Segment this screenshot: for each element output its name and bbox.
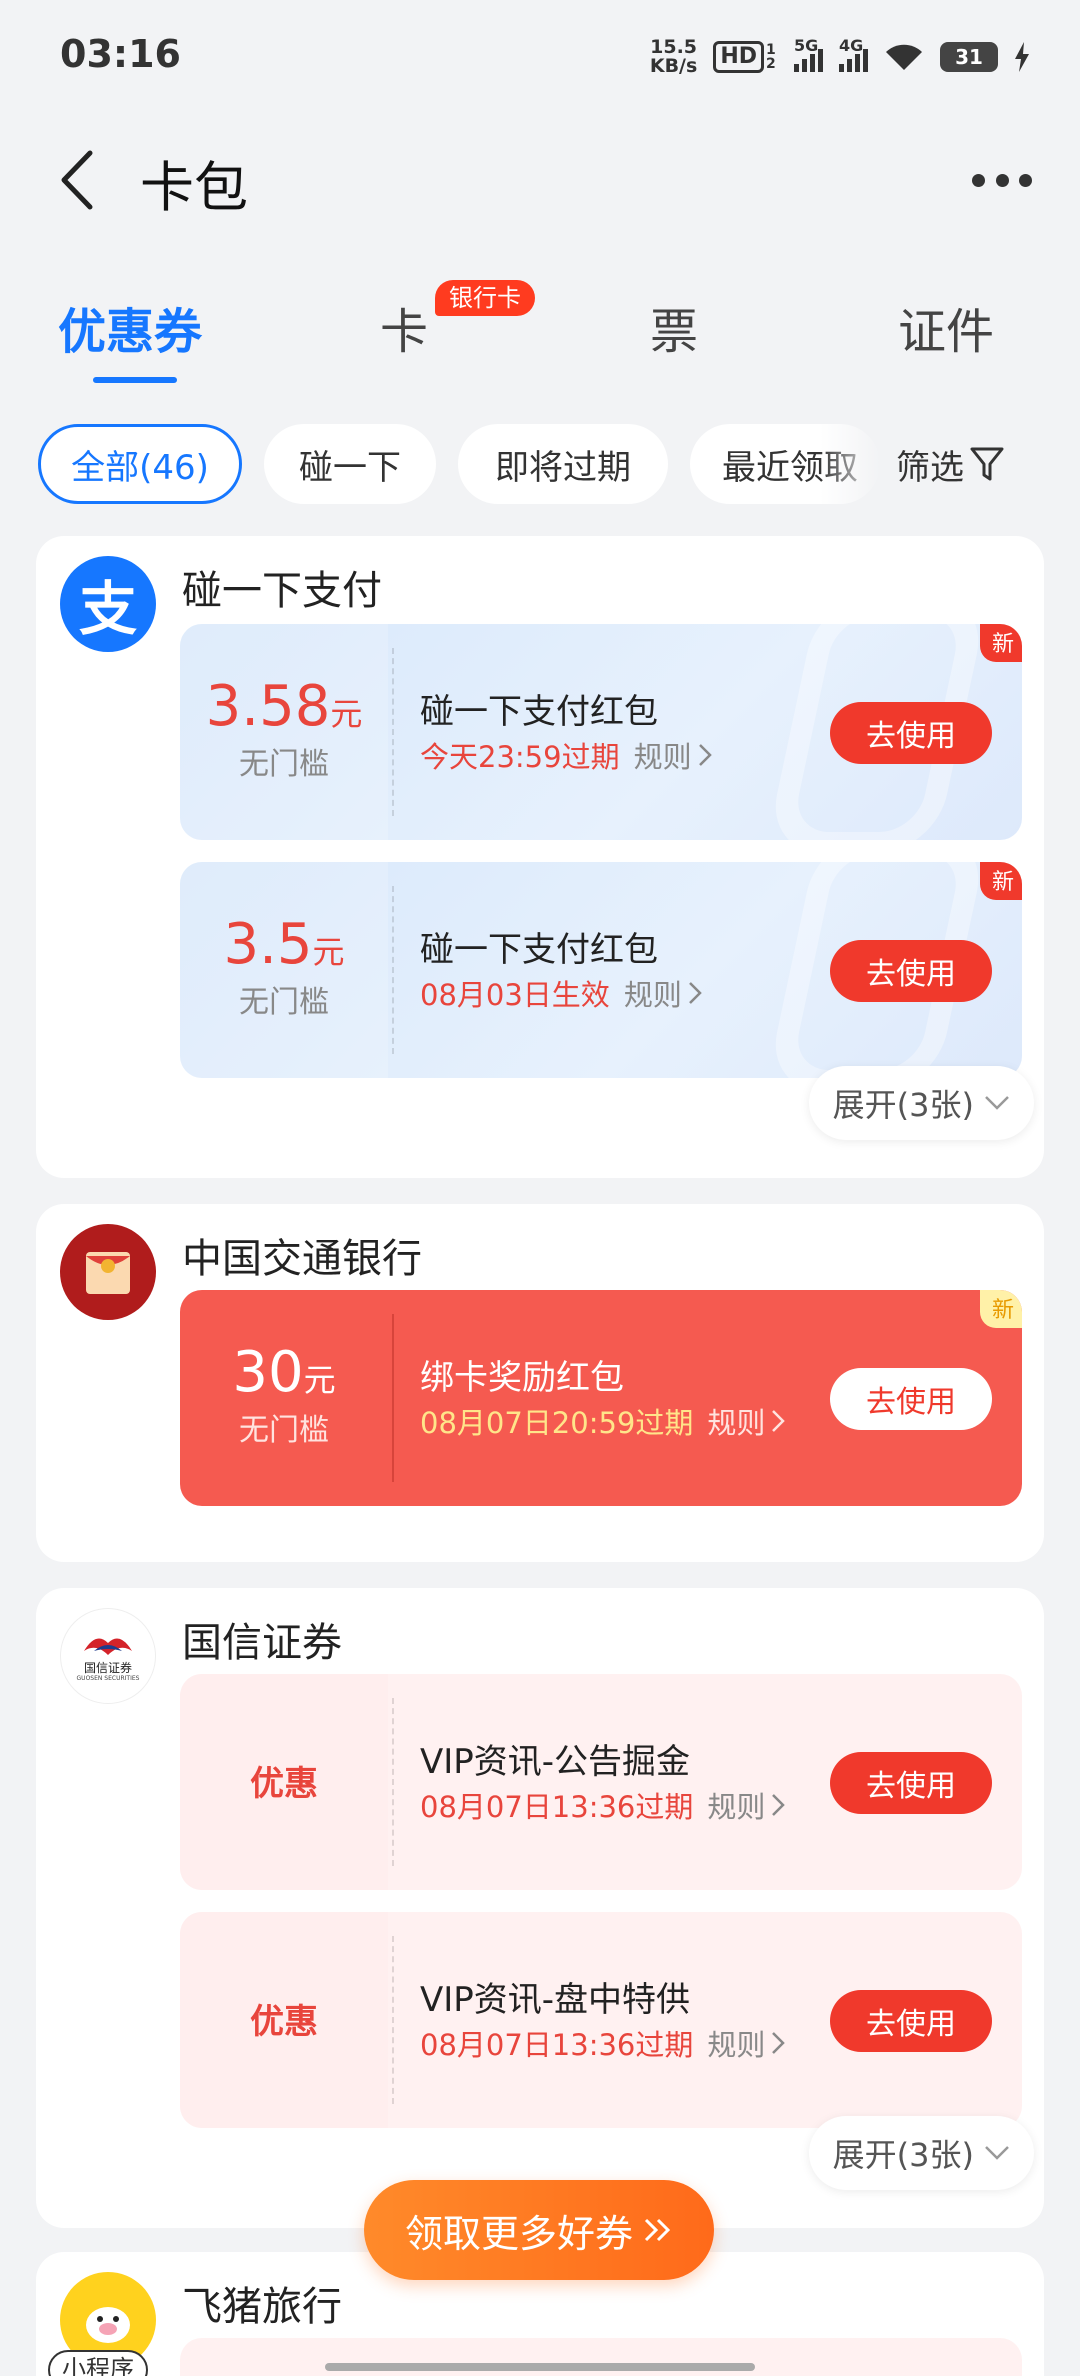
coupon-card[interactable]: 3.58元 无门槛 碰一下支付红包 今天23:59过期 规则 去使用 新 <box>180 624 1022 840</box>
coupon-card[interactable]: 3.5元 无门槛 碰一下支付红包 08月03日生效 规则 去使用 新 <box>180 862 1022 1078</box>
category-tabs: 优惠券 卡 银行卡 票 证件 <box>0 280 1080 400</box>
tab-cards[interactable]: 卡 <box>380 292 428 362</box>
bank-card-badge: 银行卡 <box>435 280 535 316</box>
use-button[interactable]: 去使用 <box>830 702 992 764</box>
rules-link[interactable]: 规则 <box>624 972 702 1014</box>
coupon-title: 碰一下支付红包 <box>420 930 658 970</box>
tab-tickets[interactable]: 票 <box>650 292 698 362</box>
signal-5g-icon: 5G <box>794 36 823 72</box>
chevron-right-icon <box>772 2032 786 2054</box>
bank-red-envelope-logo <box>60 1224 156 1320</box>
rules-link[interactable]: 规则 <box>707 1784 786 1826</box>
filter-funnel-icon <box>970 447 1004 481</box>
header: 卡包 <box>0 115 1080 245</box>
chevron-right-icon <box>698 744 712 766</box>
tab-certificates[interactable]: 证件 <box>898 292 994 362</box>
merchant-name: 碰一下支付 <box>182 568 382 614</box>
merchant-card-bocom: 中国交通银行 30元 无门槛 绑卡奖励红包 08月07日20:59过期 规则 去… <box>36 1204 1044 1562</box>
coupon-condition: 无门槛 <box>239 985 329 1020</box>
coupon-expiry: 08月07日20:59过期 <box>420 1406 694 1440</box>
coupon-expiry: 今天23:59过期 <box>420 740 620 774</box>
charging-icon <box>1015 42 1029 72</box>
use-button[interactable]: 去使用 <box>830 1990 992 2052</box>
back-arrow-icon[interactable] <box>52 145 122 215</box>
home-indicator[interactable] <box>325 2363 755 2371</box>
status-icons: 15.5 KB/s HD 1 2 5G 4G 31 <box>649 36 1030 77</box>
active-tab-indicator <box>93 377 177 383</box>
expand-button[interactable]: 展开(3张) <box>808 1066 1034 1140</box>
coupon-card[interactable]: 优惠 VIP资讯-公告掘金 08月07日13:36过期 规则 去使用 <box>180 1674 1022 1890</box>
coupon-amount: 3.58元 <box>205 674 363 739</box>
chevron-down-icon <box>985 1096 1009 1110</box>
merchant-name: 中国交通银行 <box>182 1236 422 1282</box>
coupon-valid-date: 08月03日生效 <box>420 978 610 1012</box>
coupon-amount: 30元 <box>232 1340 336 1405</box>
wifi-icon <box>886 44 922 70</box>
status-time: 03:16 <box>60 32 181 76</box>
coupon-title: 碰一下支付红包 <box>420 692 658 732</box>
use-button[interactable]: 去使用 <box>830 940 992 1002</box>
use-button[interactable]: 去使用 <box>830 1752 992 1814</box>
merchant-card-guosen: 国信证券 GUOSEN SECURITIES 国信证券 优惠 VIP资讯-公告掘… <box>36 1588 1044 2228</box>
merchant-card-tap-pay: 支 碰一下支付 3.58元 无门槛 碰一下支付红包 今天23:59过期 规则 去… <box>36 536 1044 1178</box>
coupon-condition: 无门槛 <box>239 1413 329 1448</box>
mini-program-tag: 小程序 <box>48 2350 148 2376</box>
coupon-expiry: 08月07日13:36过期 <box>420 1790 694 1824</box>
guosen-logo: 国信证券 GUOSEN SECURITIES <box>60 1608 156 1704</box>
chevron-right-icon <box>772 1410 786 1432</box>
rules-link[interactable]: 规则 <box>707 1400 786 1442</box>
new-badge: 新 <box>979 1290 1022 1328</box>
coupon-condition: 无门槛 <box>239 747 329 782</box>
battery-icon: 31 <box>940 42 998 72</box>
fliggy-pig-icon <box>86 2307 130 2343</box>
coupon-card[interactable]: 30元 无门槛 绑卡奖励红包 08月07日20:59过期 规则 去使用 新 <box>180 1290 1022 1506</box>
expand-button[interactable]: 展开(3张) <box>808 2116 1034 2190</box>
new-badge: 新 <box>979 862 1022 900</box>
coupon-type-label: 优惠 <box>250 1764 318 1804</box>
merchant-name: 国信证券 <box>182 1620 342 1666</box>
merchant-name: 飞猪旅行 <box>182 2284 342 2330</box>
rules-link[interactable]: 规则 <box>707 2022 786 2064</box>
coupon-title: VIP资讯-盘中特供 <box>420 1980 691 2020</box>
double-chevron-right-icon <box>644 2218 671 2242</box>
network-speed: 15.5 KB/s <box>649 36 698 77</box>
chip-tap[interactable]: 碰一下 <box>264 424 436 504</box>
chip-expiring[interactable]: 即将过期 <box>458 424 668 504</box>
page-title: 卡包 <box>140 156 248 219</box>
use-button[interactable]: 去使用 <box>830 1368 992 1430</box>
filter-chips: 全部(46) 碰一下 即将过期 最近领取 筛选 <box>0 424 1080 504</box>
red-envelope-icon <box>86 1252 130 1294</box>
coupon-title: 绑卡奖励红包 <box>420 1358 624 1398</box>
coupon-card[interactable]: 优惠 VIP资讯-盘中特供 08月07日13:36过期 规则 去使用 <box>180 1912 1022 2128</box>
status-bar: 03:16 15.5 KB/s HD 1 2 5G 4G 31 <box>0 0 1080 115</box>
tab-coupons[interactable]: 优惠券 <box>58 292 202 362</box>
more-options-icon[interactable] <box>972 155 1032 205</box>
coupon-title: VIP资讯-公告掘金 <box>420 1742 691 1782</box>
chevron-right-icon <box>688 982 702 1004</box>
rules-link[interactable]: 规则 <box>634 734 712 776</box>
coupon-type-label: 优惠 <box>250 2002 318 2042</box>
coupon-expiry: 08月07日13:36过期 <box>420 2028 694 2062</box>
get-more-coupons-button[interactable]: 领取更多好券 <box>364 2180 714 2280</box>
new-badge: 新 <box>979 624 1022 662</box>
coupon-amount: 3.5元 <box>223 912 345 977</box>
alipay-logo: 支 <box>60 556 156 652</box>
signal-4g-icon: 4G <box>839 36 868 72</box>
guosen-emblem-icon <box>84 1638 132 1655</box>
chevron-down-icon <box>985 2146 1009 2160</box>
chip-all[interactable]: 全部(46) <box>38 424 242 504</box>
hd-icon: HD 1 2 <box>713 41 778 73</box>
filter-button[interactable]: 筛选 <box>880 424 1080 504</box>
chevron-right-icon <box>772 1794 786 1816</box>
